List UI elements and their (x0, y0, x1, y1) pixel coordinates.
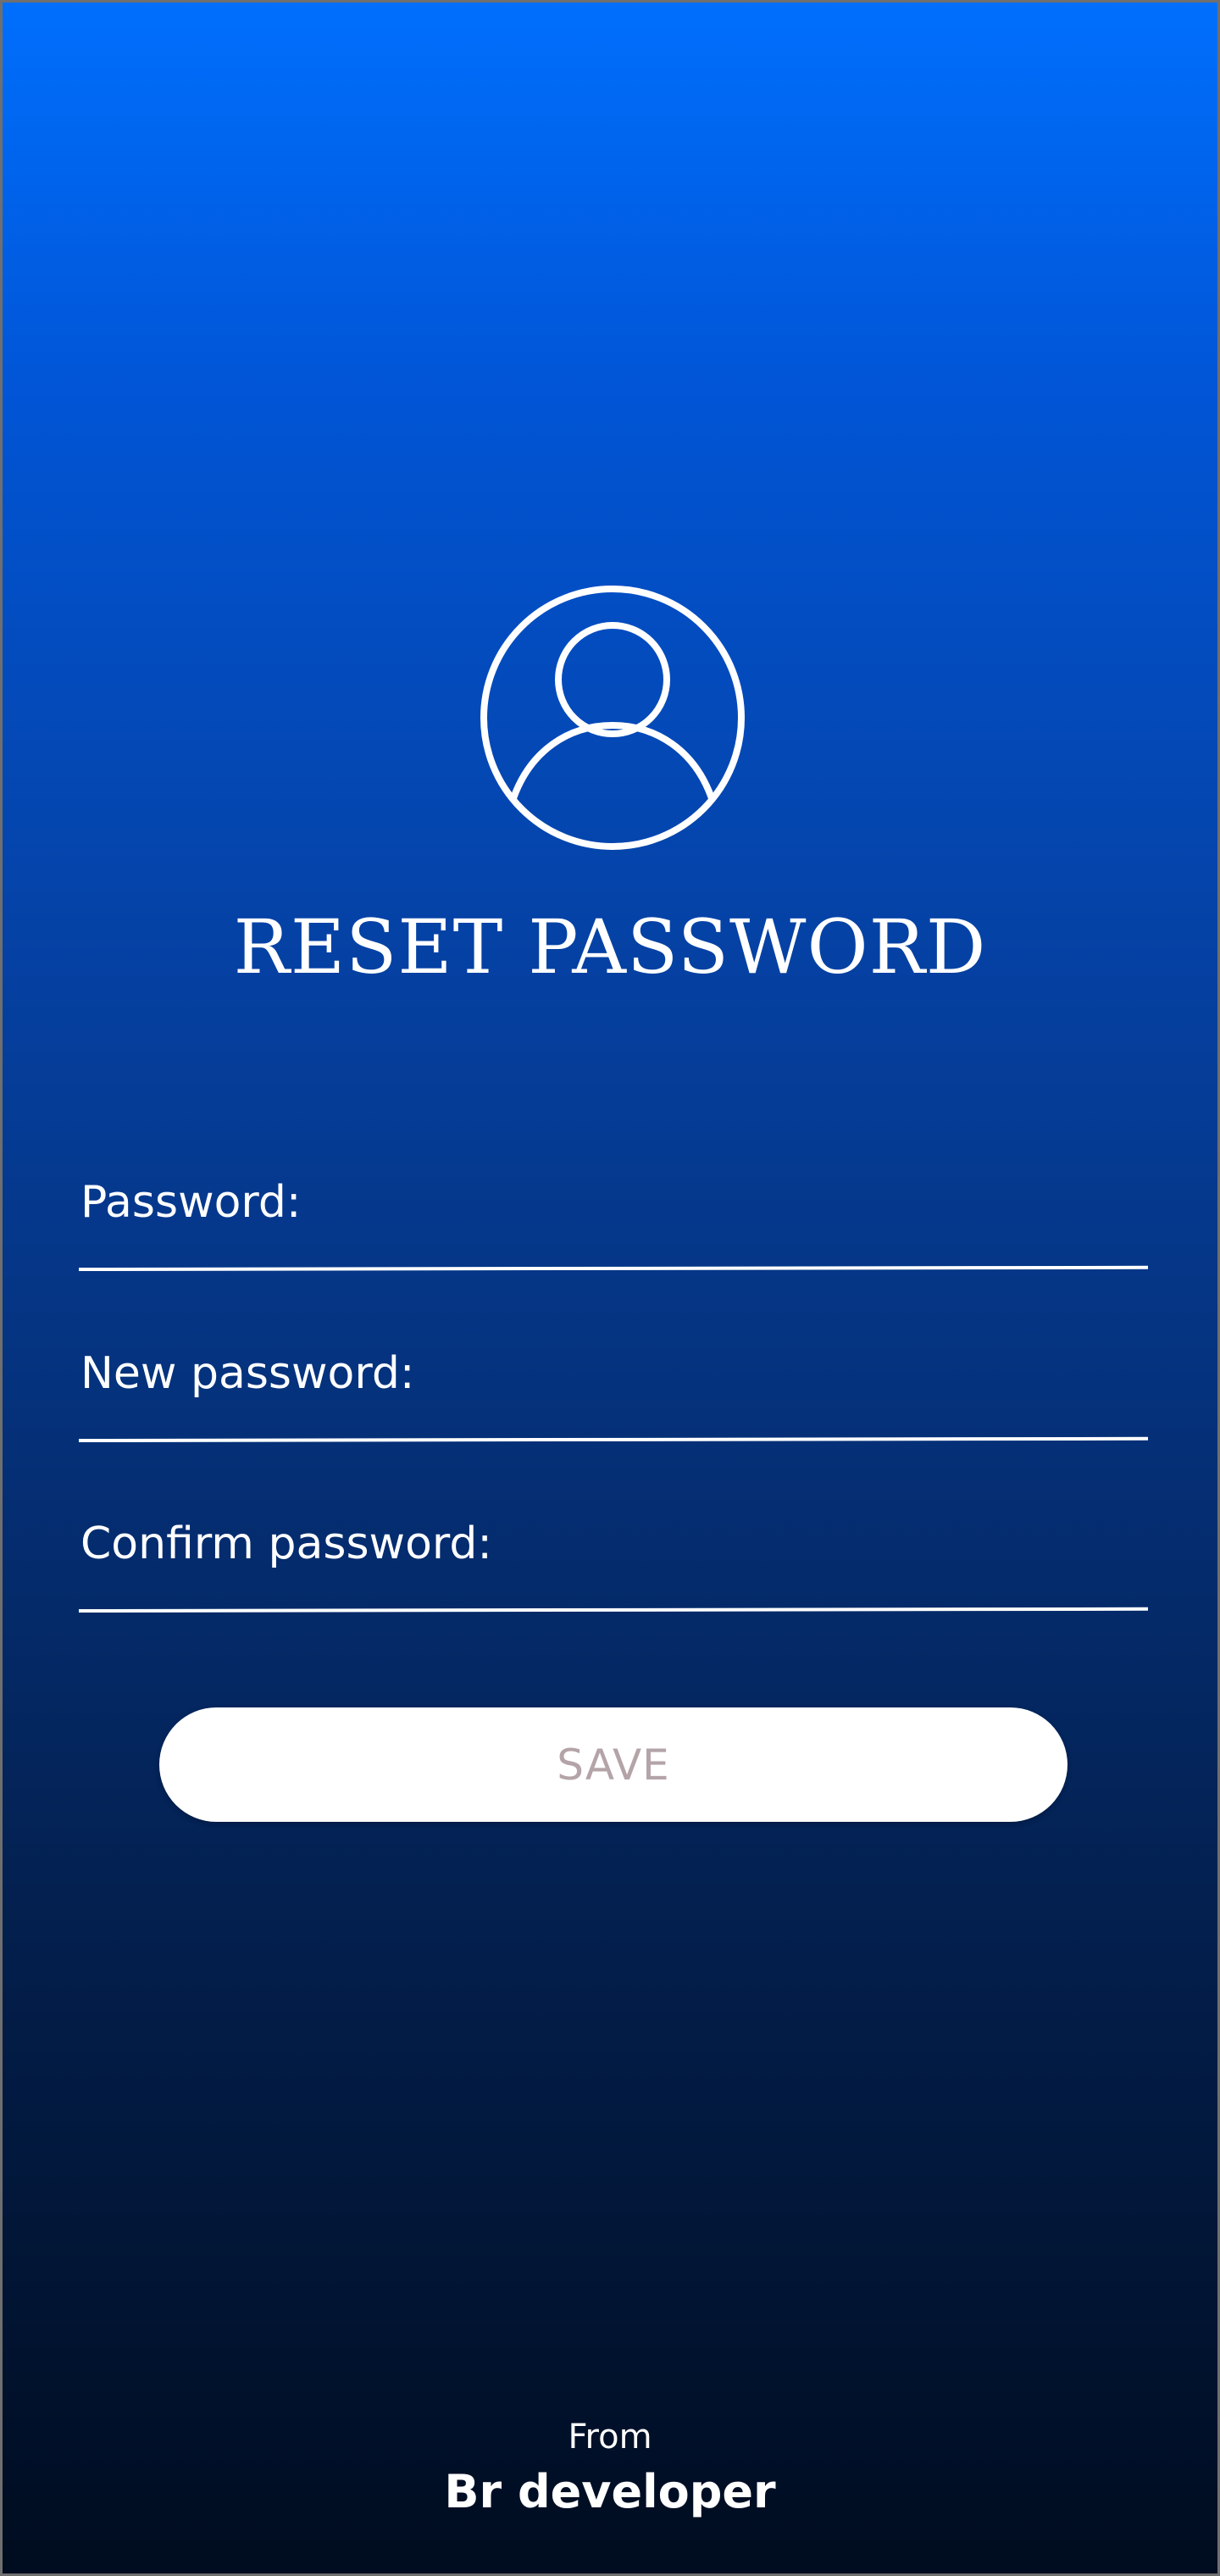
user-circle-icon (480, 585, 746, 851)
footer-developer-name: Br developer (444, 2465, 776, 2518)
footer-from-text: From (568, 2418, 652, 2457)
confirm-password-underline (78, 1607, 1149, 1613)
new-password-underline (78, 1436, 1149, 1442)
save-button[interactable]: SAVE (159, 1707, 1068, 1822)
password-label: Password: (80, 1177, 302, 1228)
new-password-label: New password: (80, 1348, 415, 1399)
password-underline (78, 1265, 1149, 1271)
page-title: RESET PASSWORD (233, 903, 987, 991)
reset-password-screen: RESET PASSWORD Password: New password: C… (0, 0, 1220, 2576)
confirm-password-label: Confirm password: (80, 1518, 492, 1569)
